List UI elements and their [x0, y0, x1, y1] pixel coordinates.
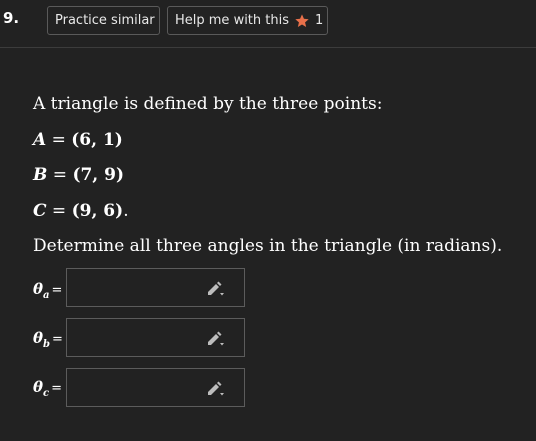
point-c: C = (9, 6). — [33, 201, 129, 221]
point-b-equals: = — [47, 165, 73, 185]
theta-c-equals: = — [51, 381, 63, 396]
theta-b-subscript: b — [43, 339, 51, 350]
theta-b-equals: = — [52, 332, 63, 347]
help-count: 1 — [315, 13, 324, 28]
theta-a-label: θa = — [33, 280, 63, 301]
point-a: A = (6, 1) — [33, 130, 123, 150]
theta-b-label: θb = — [33, 329, 63, 350]
point-c-coords: (9, 6) — [71, 201, 124, 221]
star-icon — [294, 13, 310, 29]
theta-c-input[interactable] — [67, 369, 202, 406]
theta-b-answer-box[interactable] — [66, 318, 245, 357]
theta-b-input[interactable] — [67, 319, 202, 356]
help-me-label: Help me with this — [175, 13, 289, 28]
point-a-coords: (6, 1) — [71, 130, 123, 150]
question-header: 9. Practice similar Help me with this 1 — [0, 0, 536, 48]
question-number: 9. — [3, 9, 20, 27]
point-a-equals: = — [46, 130, 72, 150]
point-b-name: B — [33, 165, 48, 185]
theta-a-equals: = — [51, 283, 63, 298]
point-c-equals: = — [46, 201, 72, 221]
practice-similar-label: Practice similar — [55, 13, 155, 28]
point-b: B = (7, 9) — [33, 165, 124, 185]
theta-c-symbol: θ — [33, 378, 44, 396]
pencil-icon[interactable] — [205, 279, 225, 297]
point-a-name: A — [33, 130, 47, 150]
problem-question: Determine all three angles in the triang… — [33, 236, 503, 256]
point-c-name: C — [33, 201, 47, 221]
theta-c-subscript: c — [43, 388, 50, 399]
point-b-coords: (7, 9) — [72, 165, 125, 185]
theta-a-subscript: a — [43, 290, 50, 301]
pencil-icon[interactable] — [205, 329, 225, 347]
pencil-icon[interactable] — [205, 379, 225, 397]
problem-intro: A triangle is defined by the three point… — [33, 94, 383, 114]
theta-c-label: θc = — [33, 378, 63, 399]
help-me-button[interactable]: Help me with this 1 — [167, 6, 328, 35]
point-c-trail: . — [123, 201, 129, 221]
practice-similar-button[interactable]: Practice similar — [47, 6, 160, 35]
theta-c-answer-box[interactable] — [66, 368, 245, 407]
theta-a-input[interactable] — [67, 269, 202, 306]
theta-a-answer-box[interactable] — [66, 268, 245, 307]
theta-a-symbol: θ — [33, 280, 44, 298]
theta-b-symbol: θ — [33, 329, 44, 347]
